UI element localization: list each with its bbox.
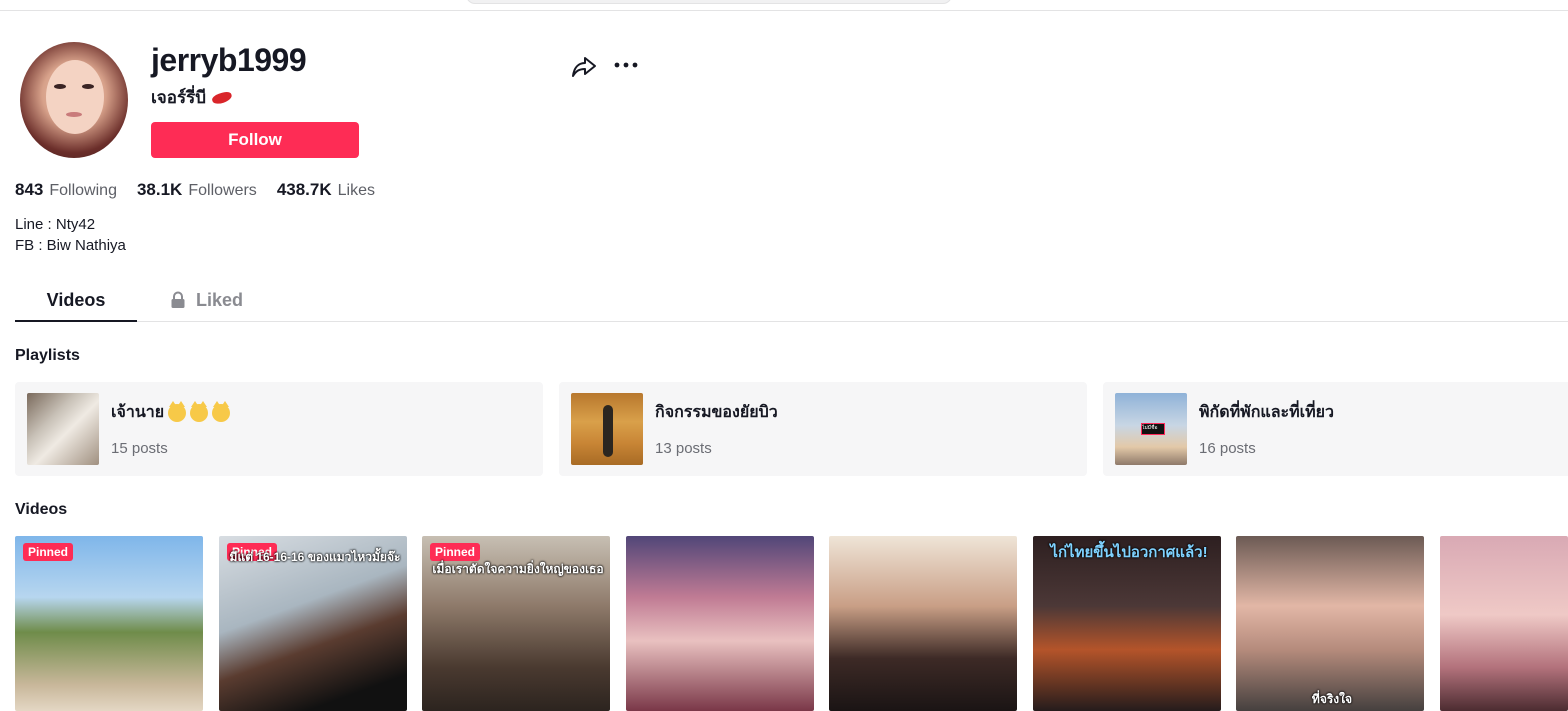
playlist-thumbnail (27, 393, 99, 465)
bio-line: FB : Biw Nathiya (15, 237, 126, 254)
video-thumbnail[interactable] (829, 536, 1017, 711)
profile-stats: 843 Following 38.1K Followers 438.7K Lik… (15, 180, 375, 200)
stat-value: 438.7K (276, 180, 332, 199)
video-caption: เมื่อเราตัดใจความยิ่งใหญ่ของเธอ (432, 562, 604, 576)
playlist-title: เจ้านาย (111, 404, 165, 421)
videos-heading: Videos (15, 501, 68, 518)
stat-value: 843 (15, 180, 44, 199)
lips-emoji-icon (212, 91, 232, 105)
playlist-thumbnail (1115, 393, 1187, 465)
profile-tabs: Videos Liked (15, 280, 1568, 322)
bio: Line : Nty42 FB : Biw Nathiya (15, 214, 126, 256)
playlist-title-row: เจ้านาย (111, 400, 231, 425)
avatar (20, 42, 128, 158)
nickname-text: เจอร์รี่บี (151, 88, 207, 107)
follow-button[interactable]: Follow (151, 122, 359, 158)
video-caption: ที่จริงใจ (1311, 692, 1353, 706)
video-thumbnail[interactable]: Pinned มีแต่ 16-16-16 ของแมวไหวมั้ยจ๊ะ (219, 536, 407, 711)
stat-following[interactable]: 843 Following (15, 180, 117, 200)
playlist-title: พิกัดที่พักและที่เที่ยว (1199, 404, 1335, 421)
cat-emoji-icon (190, 400, 209, 422)
tab-liked[interactable]: Liked (170, 280, 243, 320)
top-bar (0, 0, 1568, 11)
playlist-thumbnail (571, 393, 643, 465)
stat-label: Followers (188, 182, 257, 199)
stat-label: Following (49, 182, 117, 199)
video-thumbnail[interactable]: Pinned (15, 536, 203, 711)
playlist-post-count: 16 posts (1199, 440, 1256, 457)
stat-value: 38.1K (136, 180, 183, 199)
video-caption: มีแต่ 16-16-16 ของแมวไหวมั้ยจ๊ะ (229, 550, 401, 564)
playlist-title: กิจกรรมของยัยบิว (655, 404, 778, 421)
pinned-badge: Pinned (23, 543, 74, 561)
video-thumbnail[interactable]: ไก่ไทยขึ้นไปอวกาศแล้ว! (1033, 536, 1221, 711)
tab-videos[interactable]: Videos (15, 280, 137, 322)
search-input[interactable] (466, 0, 952, 4)
more-options-icon[interactable] (612, 52, 640, 80)
playlist-card[interactable]: กิจกรรมของยัยบิว 13 posts (559, 382, 1087, 476)
share-icon[interactable] (570, 52, 598, 80)
username: jerryb1999 (151, 42, 307, 78)
video-caption: ไก่ไทยขึ้นไปอวกาศแล้ว! (1050, 544, 1208, 561)
tab-label: Liked (196, 289, 244, 310)
video-thumbnail[interactable] (626, 536, 814, 711)
video-thumbnail[interactable]: ที่จริงใจ (1236, 536, 1424, 711)
playlists-heading: Playlists (15, 347, 80, 364)
playlist-card[interactable]: เจ้านาย 15 posts (15, 382, 543, 476)
stat-followers[interactable]: 38.1K Followers (137, 180, 257, 200)
lock-icon (171, 291, 185, 308)
stat-label: Likes (337, 182, 375, 199)
playlist-card[interactable]: พิกัดที่พักและที่เที่ยว 16 posts (1103, 382, 1568, 476)
tab-label: Videos (46, 289, 106, 310)
playlist-post-count: 13 posts (655, 440, 712, 457)
stat-likes: 438.7K Likes (277, 180, 375, 200)
cat-emoji-icon (168, 400, 187, 422)
playlist-post-count: 15 posts (111, 440, 168, 457)
bio-line: Line : Nty42 (15, 216, 96, 233)
video-thumbnail[interactable] (1440, 536, 1568, 711)
pinned-badge: Pinned (430, 543, 481, 561)
cat-emoji-icon (212, 400, 231, 422)
video-thumbnail[interactable]: Pinned เมื่อเราตัดใจความยิ่งใหญ่ของเธอ (422, 536, 610, 711)
nickname: เจอร์รี่บี (151, 84, 232, 111)
